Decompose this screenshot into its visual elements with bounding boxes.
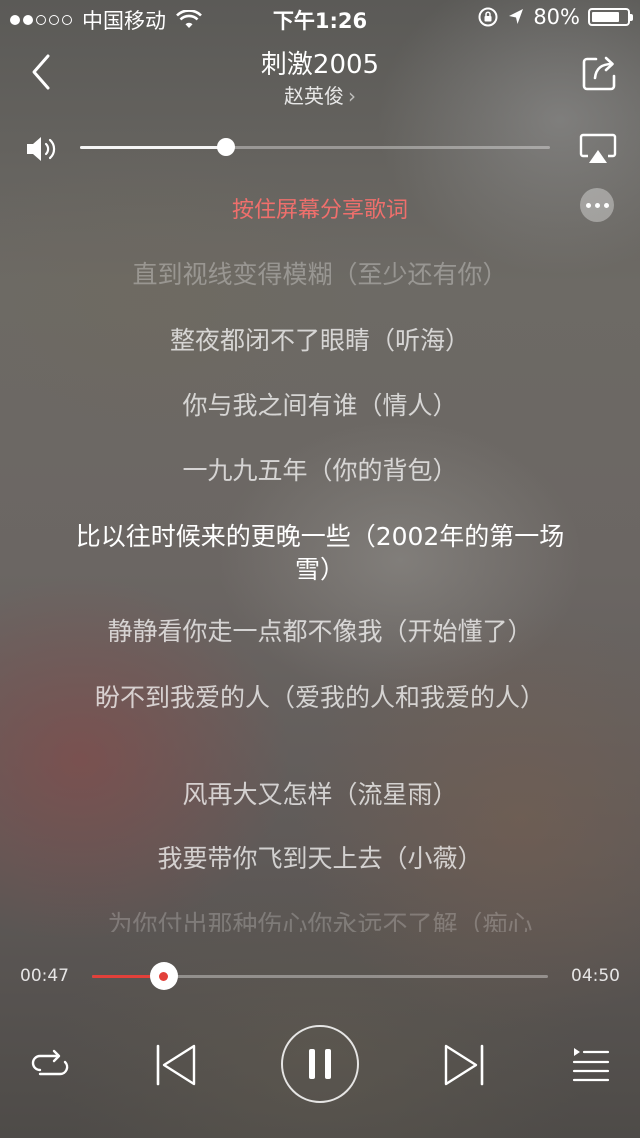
previous-icon[interactable] [152,1040,200,1090]
elapsed-time: 00:47 [20,966,69,986]
lyric-line: 直到视线变得模糊（至少还有你） [132,260,508,289]
progress-slider[interactable] [92,962,548,990]
next-icon[interactable] [440,1040,488,1090]
lyrics-panel[interactable]: 直到视线变得模糊（至少还有你） 整夜都闭不了眼睛（听海） 你与我之间有谁（情人）… [60,0,580,940]
speaker-icon[interactable] [24,134,62,164]
lyric-line-current: 比以往时候来的更晚一些（2002年的第一场雪） [75,522,565,584]
lyric-line: 我要带你飞到天上去（小薇） [157,844,483,873]
playlist-icon[interactable] [570,1044,612,1084]
lyric-line: 风再大又怎样（流星雨） [182,780,458,809]
player-screen: 中国移动 下午1:26 80% 刺激2005 赵英俊 › 按住屏幕分享歌词 直到… [0,0,640,1138]
lyric-line: 静静看你走一点都不像我（开始懂了） [107,617,533,646]
lyric-line: 整夜都闭不了眼睛（听海） [169,326,470,355]
lyric-line: 为你付出那种伤心你永远不了解（痴心 [107,910,533,932]
pause-icon[interactable] [281,1025,359,1103]
chevron-left-icon[interactable] [22,50,62,94]
repeat-icon[interactable] [28,1044,72,1084]
lyric-line: 盼不到我爱的人（爱我的人和我爱的人） [94,683,545,712]
share-icon[interactable] [578,50,620,94]
total-time: 04:50 [571,966,620,986]
lyric-line: 你与我之间有谁（情人） [182,391,458,420]
battery-icon [588,8,633,26]
progress-knob[interactable] [149,962,178,990]
more-icon[interactable] [580,188,614,222]
airplay-icon[interactable] [578,132,618,166]
lyric-line: 一九九五年（你的背包） [182,456,458,485]
